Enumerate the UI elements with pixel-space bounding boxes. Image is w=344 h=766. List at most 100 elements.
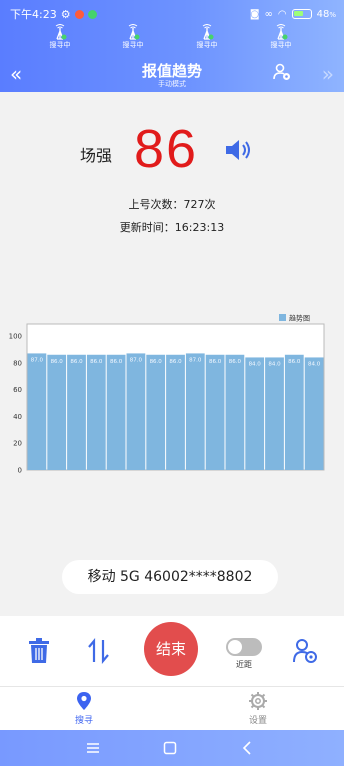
tower-status-label: 搜寻中 — [196, 41, 218, 49]
chart-bar — [284, 354, 304, 470]
bar-value-label: 86.0 — [110, 359, 123, 365]
sound-toggle-button[interactable] — [224, 138, 254, 166]
chart-bar — [185, 353, 205, 470]
tower-status-label: 搜寻中 — [122, 41, 144, 49]
bar-value-label: 86.0 — [209, 359, 222, 365]
legend-swatch — [279, 314, 286, 321]
bar-value-label: 86.0 — [229, 359, 242, 365]
tab-search-label: 搜寻 — [74, 716, 93, 726]
nav-bar: « 报值趋势 手动模式 » — [0, 58, 344, 90]
sort-arrows-icon — [88, 637, 109, 665]
chart-bar — [225, 354, 245, 470]
app-notification-icon-2 — [87, 9, 97, 19]
bar-value-label: 87.0 — [31, 357, 44, 363]
chart-bar — [166, 354, 185, 470]
chart-bar — [67, 354, 86, 470]
bar-value-label: 86.0 — [51, 359, 64, 365]
bar-value-label: 86.0 — [288, 359, 301, 365]
app-header: 下午4:23 ⚙ ◙ ∞ ◠ 48% 搜寻中 搜寻中 搜寻中 搜寻中 « 报值趋… — [0, 0, 344, 92]
chart-bar — [146, 354, 166, 470]
gear-icon — [249, 692, 267, 710]
trash-icon — [29, 638, 49, 663]
cell-tower-slot-2[interactable]: 搜寻中 — [113, 24, 153, 50]
strength-value: 86 — [134, 119, 199, 179]
battery-level: 48% — [316, 8, 336, 20]
bar-value-label: 87.0 — [130, 357, 143, 363]
y-tick-label: 0 — [18, 467, 22, 475]
carrier-info: 移动 5G 46002****8802 — [62, 560, 278, 594]
y-tick-label: 60 — [13, 386, 22, 394]
status-time: 下午4:23 — [10, 8, 57, 21]
tab-settings-label: 设置 — [248, 716, 267, 726]
action-toolbar: 结束 近距 — [0, 616, 344, 686]
page-subtitle: 手动模式 — [158, 80, 186, 88]
user-locate-button[interactable] — [292, 638, 318, 668]
location-pin-icon — [77, 692, 91, 710]
bar-value-label: 86.0 — [90, 359, 103, 365]
menu-icon — [87, 743, 99, 753]
chart-bar — [205, 354, 225, 470]
y-tick-label: 100 — [9, 333, 22, 341]
update-time: 更新时间：16:23:13 — [119, 221, 225, 234]
back-chevron-icon — [242, 741, 251, 755]
end-button[interactable]: 结束 — [144, 622, 198, 676]
trend-chart-svg: 0 20 40 60 80 100 87.0 86.0 86.0 86.0 86.0 87.0 86.… — [9, 314, 325, 475]
antenna-icon — [202, 24, 214, 40]
signal-strength-panel: 场强 86 — [0, 118, 344, 188]
app-notification-icon — [74, 9, 84, 19]
cell-tower-slot-4[interactable]: 搜寻中 — [261, 24, 301, 50]
menu-nav-button[interactable] — [86, 740, 100, 759]
bar-value-label: 84.0 — [308, 361, 321, 367]
sort-button[interactable] — [86, 637, 112, 668]
proximity-toggle[interactable] — [226, 638, 262, 656]
proximity-toggle-label: 近距 — [236, 660, 252, 669]
tower-status-label: 搜寻中 — [270, 41, 292, 49]
trend-chart: 0 20 40 60 80 100 87.0 86.0 86.0 86.0 86.0 87.0 86.… — [0, 305, 344, 480]
chart-bar — [304, 357, 324, 470]
user-settings-button[interactable] — [272, 62, 292, 86]
home-square-icon — [163, 741, 177, 755]
y-tick-label: 20 — [13, 440, 22, 448]
cell-tower-slot-3[interactable]: 搜寻中 — [187, 24, 227, 50]
chart-bar — [27, 353, 47, 470]
antenna-icon — [128, 24, 140, 40]
speaker-icon — [226, 140, 250, 160]
cell-tower-slot-1[interactable]: 搜寻中 — [40, 24, 80, 50]
bar-value-label: 86.0 — [169, 359, 182, 365]
wifi-icon: ◠ — [277, 8, 287, 20]
chart-bar — [126, 353, 146, 470]
back-nav-button[interactable] — [240, 740, 254, 759]
signal-count: 上号次数：727次 — [128, 198, 216, 211]
toggle-knob — [228, 640, 242, 654]
page-title: 报值趋势 — [141, 62, 202, 80]
chart-bar — [106, 354, 126, 470]
bottom-tab-bar: 搜寻 设置 — [0, 686, 344, 730]
legend-label: 趋势图 — [289, 314, 310, 323]
chart-bar — [47, 354, 67, 470]
battery-icon — [291, 9, 312, 19]
forward-button[interactable]: » — [322, 62, 334, 86]
delete-button[interactable] — [28, 638, 50, 668]
status-bar: 下午4:23 ⚙ ◙ ∞ ◠ 48% — [10, 6, 336, 22]
home-nav-button[interactable] — [163, 740, 177, 759]
chart-bar — [86, 354, 106, 470]
bar-value-label: 87.0 — [189, 357, 202, 363]
camera-status-icon: ◙ — [249, 8, 260, 20]
bar-value-label: 84.0 — [268, 361, 281, 367]
bar-value-label: 86.0 — [150, 359, 163, 365]
cell-tower-row: 搜寻中 搜寻中 搜寻中 搜寻中 — [0, 24, 344, 52]
tab-search[interactable]: 搜寻 — [54, 691, 114, 726]
system-nav-bar — [0, 730, 344, 766]
user-gear-icon — [273, 63, 290, 80]
chart-bar — [245, 357, 265, 470]
antenna-icon — [276, 24, 288, 40]
user-location-icon — [293, 639, 317, 663]
antenna-icon — [55, 24, 67, 40]
tab-settings[interactable]: 设置 — [228, 691, 288, 726]
bar-value-label: 84.0 — [249, 361, 262, 367]
y-tick-label: 40 — [13, 413, 22, 421]
y-tick-label: 80 — [13, 359, 22, 367]
tower-status-label: 搜寻中 — [49, 41, 71, 49]
bar-value-label: 86.0 — [70, 359, 83, 365]
chart-bar — [265, 357, 284, 470]
